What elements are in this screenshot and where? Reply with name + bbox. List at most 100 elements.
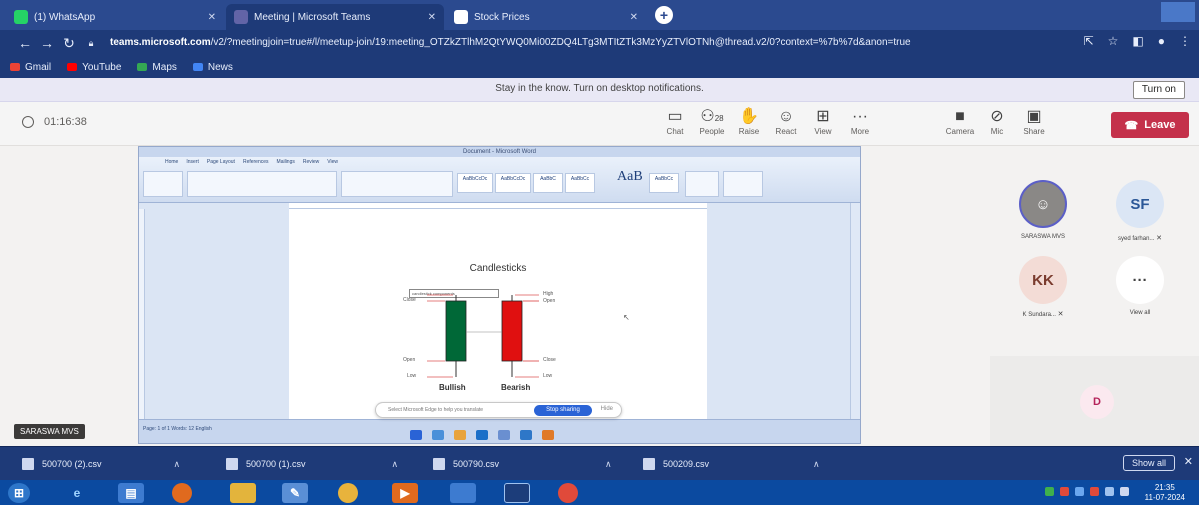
ribbon-tabs: Home Insert Page Layout References Maili…: [165, 159, 338, 165]
people-count: 28: [714, 114, 724, 123]
raise-hand-button[interactable]: ✋ Raise: [731, 107, 767, 136]
editing-group: [723, 171, 763, 197]
chat-button[interactable]: ▭ Chat: [657, 107, 693, 136]
close-icon[interactable]: ✕: [208, 12, 216, 23]
chevron-up-icon[interactable]: ∧: [605, 459, 612, 470]
react-button[interactable]: ☺ React: [768, 107, 804, 136]
forward-arrow-icon[interactable]: →: [36, 35, 58, 51]
download-item[interactable]: 500209.csv ∧: [643, 454, 820, 474]
tab-stock-prices[interactable]: Stock Prices ✕: [446, 4, 646, 30]
mic-off-icon: ✕: [1057, 311, 1064, 318]
download-item[interactable]: 500790.csv ∧: [433, 454, 612, 474]
label-low-right: Low: [543, 373, 553, 379]
lock-icon[interactable]: 🔒︎: [80, 38, 102, 49]
shared-taskbar-icons: [410, 426, 860, 444]
minimize-button[interactable]: [1081, 2, 1115, 22]
chevron-up-icon[interactable]: ∧: [174, 459, 181, 470]
view-all-tile[interactable]: ··· View all: [1110, 256, 1170, 316]
bookmark-news[interactable]: News: [192, 62, 233, 73]
tray-icon[interactable]: [1045, 487, 1054, 496]
network-icon[interactable]: [1105, 487, 1114, 496]
app-icon[interactable]: [450, 483, 476, 503]
paint-icon[interactable]: ✎: [282, 483, 308, 503]
back-arrow-icon[interactable]: ←: [14, 35, 36, 51]
downloads-bar: 500700 (2).csv ∧ 500700 (1).csv ∧ 500790.c…: [0, 446, 1199, 480]
url-host: teams.microsoft.com: [110, 37, 211, 48]
youtube-icon: [67, 63, 78, 71]
tab-whatsapp[interactable]: (1) WhatsApp ✕: [6, 4, 224, 30]
participant-tile[interactable]: ☺ SARASWA MVS: [1013, 180, 1073, 240]
label-bullish: Bullish: [439, 383, 466, 392]
meeting-timer: 01:16:38: [22, 116, 87, 128]
browser-tab-strip: (1) WhatsApp ✕ Meeting | Microsoft Teams…: [0, 0, 1199, 30]
system-tray: [1045, 487, 1129, 496]
more-button[interactable]: ··· More: [842, 107, 878, 136]
share-page-icon[interactable]: ⇱: [1084, 34, 1094, 48]
csv-file-icon: [226, 458, 238, 470]
menu-icon[interactable]: ⋮: [1179, 34, 1191, 48]
label-close-left: Close: [403, 297, 416, 303]
media-player-icon[interactable]: ▶: [392, 483, 418, 503]
chevron-up-icon[interactable]: ∧: [392, 459, 399, 470]
maps-icon: [137, 63, 148, 71]
new-tab-button[interactable]: +: [655, 6, 673, 24]
firefox-icon[interactable]: [172, 483, 192, 503]
turn-on-notifications-button[interactable]: Turn on: [1132, 81, 1185, 99]
hide-popup-button[interactable]: Hide: [601, 406, 613, 412]
download-item[interactable]: 500700 (1).csv ∧: [226, 454, 398, 474]
tray-icon[interactable]: [1090, 487, 1099, 496]
people-button[interactable]: ⚇28 People: [694, 107, 730, 136]
teams-icon[interactable]: [504, 483, 530, 503]
chevron-up-icon[interactable]: ∧: [813, 459, 820, 470]
csv-file-icon: [643, 458, 655, 470]
bookmark-gmail[interactable]: Gmail: [10, 62, 51, 73]
folder-icon[interactable]: [230, 483, 256, 503]
participant-tile[interactable]: KK K Sundara... ✕: [1013, 256, 1073, 318]
ribbon-tab: Review: [302, 159, 320, 165]
explorer-icon[interactable]: ▤: [118, 483, 144, 503]
download-item[interactable]: 500700 (2).csv ∧: [22, 454, 180, 474]
maximize-button[interactable]: [1121, 2, 1155, 22]
chrome-active-icon[interactable]: [558, 483, 578, 503]
app-icon: [498, 430, 510, 440]
sidepanel-icon[interactable]: ◧: [1132, 34, 1143, 48]
share-button[interactable]: ▣ Share: [1016, 107, 1052, 136]
tray-icon[interactable]: [1060, 487, 1069, 496]
close-icon[interactable]: ✕: [630, 12, 638, 23]
close-icon[interactable]: ✕: [428, 12, 436, 23]
vertical-ruler: [139, 209, 145, 419]
internet-explorer-icon[interactable]: e: [64, 483, 90, 503]
show-all-button[interactable]: Show all: [1122, 455, 1175, 471]
chat-icon: ▭: [667, 108, 683, 125]
tab-teams[interactable]: Meeting | Microsoft Teams ✕: [226, 4, 444, 30]
participant-tile[interactable]: SF syed farhan... ✕: [1110, 180, 1170, 242]
style-subtitle: AaBbCc: [649, 173, 679, 193]
view-button[interactable]: ⊞ View: [805, 107, 841, 136]
ribbon-tab: Page Layout: [206, 159, 235, 165]
start-button[interactable]: ⊞: [8, 483, 30, 503]
volume-icon[interactable]: [1120, 487, 1129, 496]
leave-button[interactable]: ☎ Leave: [1111, 112, 1189, 138]
url-field[interactable]: teams.microsoft.com/v2/?meetingjoin=true…: [110, 34, 1040, 52]
paragraph-group: [341, 171, 453, 197]
close-icon[interactable]: ✕: [1184, 455, 1193, 468]
profile-icon[interactable]: ●: [1158, 34, 1165, 48]
people-glyph: ⚇: [700, 108, 715, 125]
chrome-icon[interactable]: [338, 483, 358, 503]
camera-button[interactable]: ■ Camera: [942, 107, 978, 136]
star-icon[interactable]: ☆: [1108, 34, 1119, 48]
screen-share-popup: Select Microsoft Edge to help you transl…: [375, 402, 622, 418]
bookmark-maps[interactable]: Maps: [137, 62, 177, 73]
tray-icon[interactable]: [1075, 487, 1084, 496]
ribbon-tab: References: [242, 159, 269, 165]
mic-button[interactable]: ⊘ Mic: [979, 107, 1015, 136]
react-icon: ☺: [777, 108, 795, 125]
bookmark-youtube[interactable]: YouTube: [67, 62, 121, 73]
windows-taskbar: ⊞ e ▤ ✎ ▶ 21:35 11-07-2024: [0, 480, 1199, 505]
stop-sharing-button[interactable]: Stop sharing: [534, 405, 592, 416]
tab-label: Stock Prices: [474, 11, 530, 23]
close-window-button[interactable]: [1161, 2, 1195, 22]
reload-icon[interactable]: ↻: [58, 35, 80, 52]
clock[interactable]: 21:35 11-07-2024: [1145, 483, 1185, 503]
tab-label: Meeting | Microsoft Teams: [254, 11, 371, 23]
